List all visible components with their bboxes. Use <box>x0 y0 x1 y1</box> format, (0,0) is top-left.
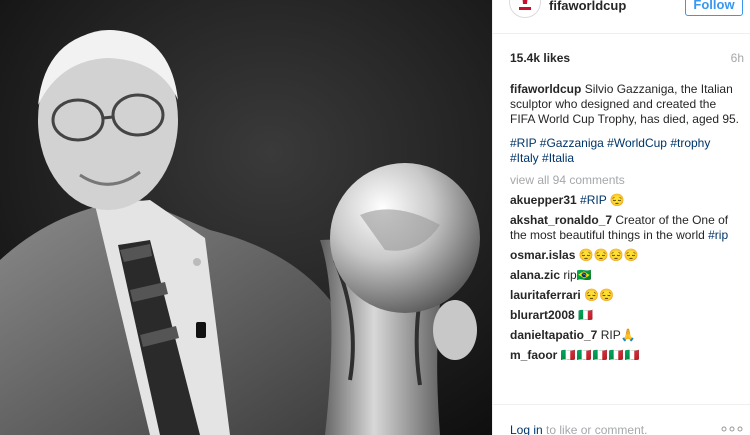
caption: fifaworldcup Silvio Gazzaniga, the Itali… <box>510 82 742 127</box>
comment-item: blurart2008 🇮🇹 <box>510 308 742 323</box>
likes-row: 15.4k likes 6h <box>510 51 744 67</box>
comment-username[interactable]: m_faoor <box>510 348 557 362</box>
comment-text: rip🇧🇷 <box>563 268 592 282</box>
comment-username[interactable]: akuepper31 <box>510 193 577 207</box>
comment-text: 😔😔 <box>584 288 614 302</box>
comment-item: osmar.islas 😔😔😔😔 <box>510 248 742 263</box>
comment-item: akshat_ronaldo_7 Creator of the One of t… <box>510 213 742 243</box>
avatar-logo <box>512 0 538 15</box>
post-footer: Log in to like or comment. <box>493 404 750 435</box>
comment-item: m_faoor 🇮🇹🇮🇹🇮🇹🇮🇹🇮🇹 <box>510 348 742 363</box>
hashtag[interactable]: #rip <box>708 228 728 242</box>
comment-item: akuepper31 #RIP 😔 <box>510 193 742 208</box>
comment-text: RIP🙏 <box>600 328 636 342</box>
login-prompt: Log in to like or comment. <box>510 423 647 435</box>
comment-text: #RIP 😔 <box>580 193 625 207</box>
comment-username[interactable]: akshat_ronaldo_7 <box>510 213 612 227</box>
comment-item: lauritaferrari 😔😔 <box>510 288 742 303</box>
comment-username[interactable]: danieltapatio_7 <box>510 328 597 342</box>
login-link[interactable]: Log in <box>510 423 543 435</box>
photo-image <box>0 0 492 435</box>
comment-username[interactable]: lauritaferrari <box>510 288 581 302</box>
comment-text: 🇮🇹 <box>578 308 593 322</box>
post-username[interactable]: fifaworldcup <box>549 0 626 13</box>
follow-button[interactable]: Follow <box>685 0 743 16</box>
login-suffix: to like or comment. <box>546 423 648 435</box>
post-photo[interactable] <box>0 0 492 435</box>
comments-list: fifaworldcup Silvio Gazzaniga, the Itali… <box>510 82 742 363</box>
hashtag-list[interactable]: #RIP #Gazzaniga #WorldCup #trophy #Italy… <box>510 136 710 165</box>
likes-count[interactable]: 15.4k likes <box>510 51 570 65</box>
post-header: fifaworldcup Follow <box>493 0 750 34</box>
comment-item: danieltapatio_7 RIP🙏 <box>510 328 742 343</box>
view-all-comments-link[interactable]: view all 94 comments <box>510 173 742 188</box>
post-time[interactable]: 6h <box>731 51 744 65</box>
fifa-world-cup-logo-icon[interactable] <box>509 0 541 18</box>
hashtag[interactable]: #RIP <box>580 193 606 207</box>
comment-text: 😔😔😔😔 <box>578 248 639 262</box>
post-sidebar: fifaworldcup Follow 15.4k likes 6h fifaw… <box>492 0 750 435</box>
caption-username[interactable]: fifaworldcup <box>510 82 581 96</box>
caption-hashtags[interactable]: #RIP #Gazzaniga #WorldCup #trophy #Italy… <box>510 136 742 166</box>
comment-username[interactable]: blurart2008 <box>510 308 575 322</box>
comment-text: 🇮🇹🇮🇹🇮🇹🇮🇹🇮🇹 <box>560 348 641 362</box>
comment-item: alana.zic rip🇧🇷 <box>510 268 742 283</box>
comment-username[interactable]: alana.zic <box>510 268 560 282</box>
more-options-icon[interactable] <box>721 425 743 433</box>
comment-username[interactable]: osmar.islas <box>510 248 575 262</box>
